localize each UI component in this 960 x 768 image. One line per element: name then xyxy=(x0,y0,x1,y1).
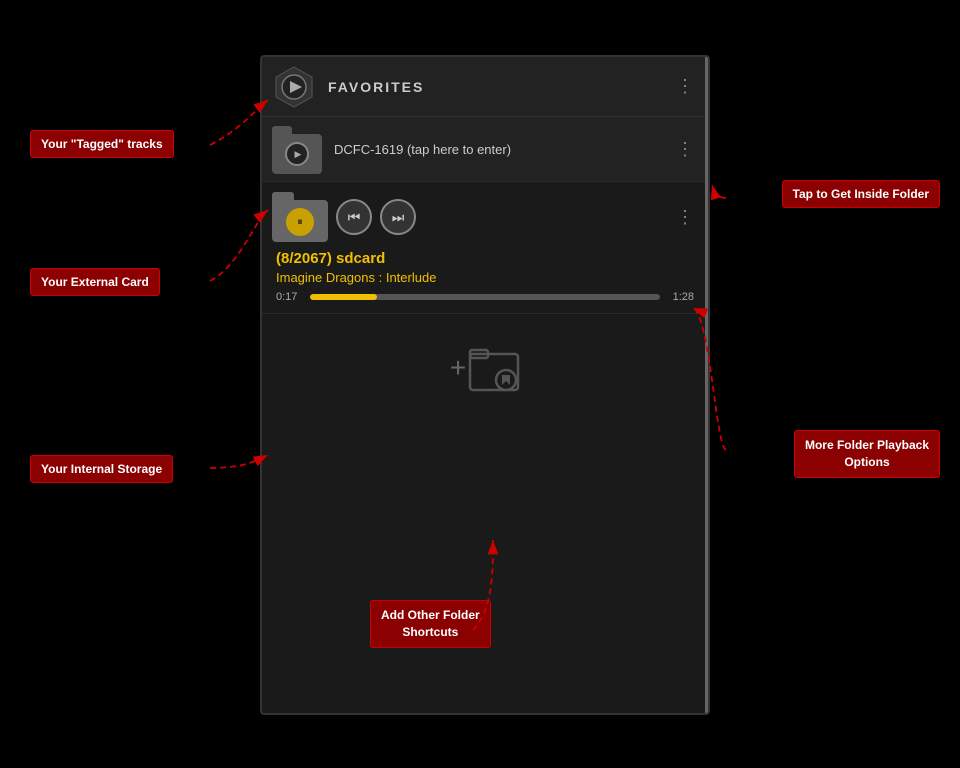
prev-button[interactable]: ⏮ xyxy=(336,199,372,235)
plus-icon: + xyxy=(450,352,466,384)
annotation-internal-storage: Your Internal Storage xyxy=(30,455,173,483)
favorites-icon xyxy=(272,65,316,109)
progress-bar[interactable] xyxy=(310,294,660,300)
annotation-tap-inside-folder: Tap to Get Inside Folder xyxy=(782,180,940,208)
progress-fill xyxy=(310,294,377,300)
dcfc-more-button[interactable]: ⋮ xyxy=(672,139,698,160)
sdcard-more-button[interactable]: ⋮ xyxy=(672,207,698,228)
favorites-row[interactable]: FAVORITES ⋮ xyxy=(262,57,708,117)
favorites-more-button[interactable]: ⋮ xyxy=(672,76,698,97)
transport-controls: ⏮ ⏭ xyxy=(336,199,672,235)
annotation-add-folder-shortcuts: Add Other Folder Shortcuts xyxy=(370,600,491,648)
sdcard-folder-icon xyxy=(272,192,328,242)
sdcard-title: (8/2067) sdcard xyxy=(276,250,694,267)
dcfc-folder-row[interactable]: DCFC-1619 (tap here to enter) ⋮ xyxy=(262,117,708,182)
progress-bar-wrap: 0:17 1:28 xyxy=(276,291,694,303)
dcfc-folder-icon xyxy=(272,124,322,174)
add-folder-row[interactable]: + xyxy=(262,314,708,422)
annotation-external-card: Your External Card xyxy=(30,268,160,296)
sdcard-top: ⏮ ⏭ ⋮ xyxy=(272,192,698,242)
time-total: 1:28 xyxy=(666,291,694,303)
annotation-folder-playback: More Folder Playback Options xyxy=(794,430,940,478)
pause-button[interactable] xyxy=(286,208,314,236)
sdcard-row: ⏮ ⏭ ⋮ (8/2067) sdcard Imagine Dragons : … xyxy=(262,182,708,314)
next-button[interactable]: ⏭ xyxy=(380,199,416,235)
time-elapsed: 0:17 xyxy=(276,291,304,303)
right-divider xyxy=(705,57,708,713)
sdcard-info: (8/2067) sdcard Imagine Dragons : Interl… xyxy=(272,250,698,303)
add-folder-icon xyxy=(468,344,520,392)
dcfc-folder-name: DCFC-1619 (tap here to enter) xyxy=(334,142,672,157)
sdcard-track: Imagine Dragons : Interlude xyxy=(276,270,694,285)
annotation-tagged-tracks: Your "Tagged" tracks xyxy=(30,130,174,158)
favorites-label: FAVORITES xyxy=(328,79,672,95)
